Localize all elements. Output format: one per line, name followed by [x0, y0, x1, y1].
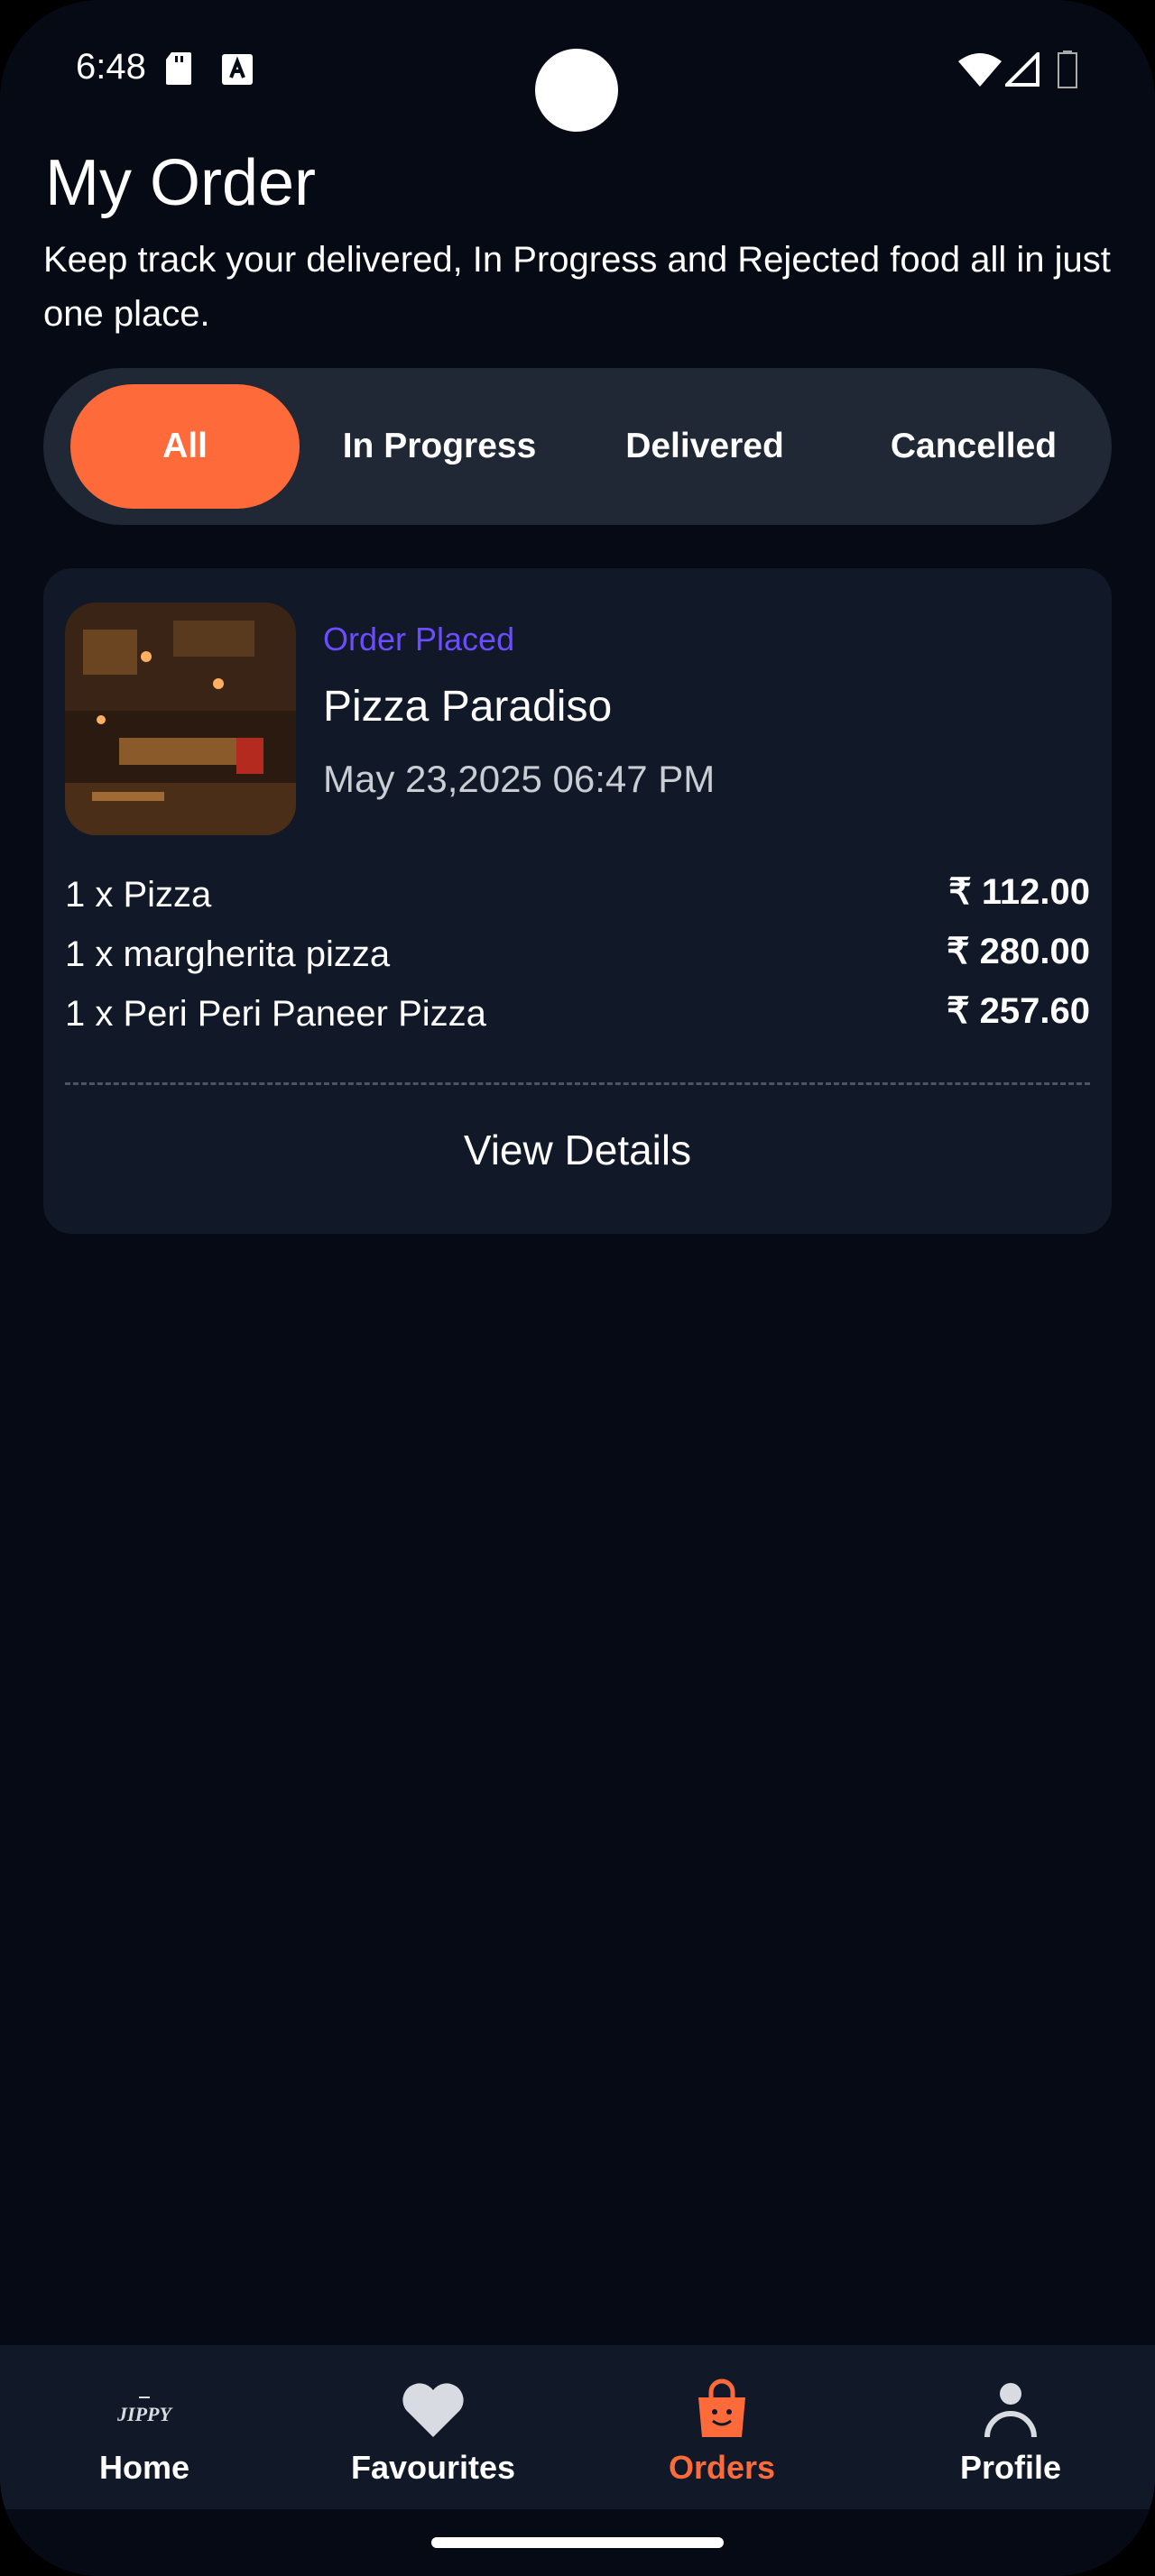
nav-profile[interactable]: Profile [902, 2345, 1119, 2509]
heart-icon [402, 2383, 464, 2437]
home-indicator[interactable] [431, 2537, 724, 2548]
tab-in-progress[interactable]: In Progress [321, 384, 558, 509]
nav-label: Home [98, 2449, 190, 2486]
nav-label: Favourites [350, 2449, 516, 2486]
wifi-icon [958, 53, 1002, 87]
order-filter-tabs: All In Progress Delivered Cancelled [43, 368, 1112, 525]
item-name: 1 x margherita pizza [65, 934, 391, 974]
item-price: ₹ 112.00 [948, 872, 1090, 912]
order-card[interactable]: Order Placed Pizza Paradiso May 23,2025 … [43, 568, 1112, 1234]
page-subtitle: Keep track your delivered, In Progress a… [43, 240, 1111, 334]
item-price: ₹ 280.00 [947, 932, 1090, 971]
tab-all[interactable]: All [70, 384, 300, 509]
dashed-divider [65, 1082, 1090, 1085]
item-name: 1 x Peri Peri Paneer Pizza [65, 994, 486, 1034]
order-status: Order Placed [323, 621, 515, 658]
restaurant-image [65, 603, 296, 835]
order-item-row: 1 x Peri Peri Paneer Pizza ₹ 257.60 [65, 991, 1090, 1044]
nav-orders[interactable]: Orders [614, 2345, 830, 2509]
page-title: My Order [45, 147, 317, 219]
view-details-button[interactable]: View Details [43, 1126, 1112, 1174]
jippy-logo-icon: JIPPY [116, 2397, 173, 2425]
tab-delivered[interactable]: Delivered [585, 384, 825, 509]
nav-label: Profile [959, 2449, 1062, 2486]
person-icon [984, 2383, 1037, 2438]
item-name: 1 x Pizza [65, 875, 212, 915]
bottom-navigation: JIPPY Home Favourites Orders Profile [0, 2345, 1155, 2509]
camera-cutout [535, 49, 618, 132]
tab-cancelled[interactable]: Cancelled [855, 384, 1092, 509]
order-date: May 23,2025 06:47 PM [323, 758, 716, 800]
item-price: ₹ 257.60 [947, 991, 1090, 1031]
app-screen: 6:48 My Order Keep track your delivered,… [0, 0, 1155, 2576]
battery-icon [1058, 51, 1077, 88]
status-time: 6:48 [76, 47, 146, 87]
signal-icon [1005, 52, 1040, 87]
keyboard-a-icon [222, 54, 253, 85]
shopping-bag-icon [698, 2378, 745, 2437]
svg-text:JIPPY: JIPPY [116, 2403, 173, 2425]
restaurant-name: Pizza Paradiso [323, 683, 613, 731]
order-item-row: 1 x Pizza ₹ 112.00 [65, 872, 1090, 925]
order-item-row: 1 x margherita pizza ₹ 280.00 [65, 932, 1090, 985]
nav-home[interactable]: JIPPY Home [36, 2345, 253, 2509]
nav-favourites[interactable]: Favourites [325, 2345, 541, 2509]
nav-label: Orders [668, 2449, 776, 2486]
sd-card-icon [166, 52, 191, 85]
